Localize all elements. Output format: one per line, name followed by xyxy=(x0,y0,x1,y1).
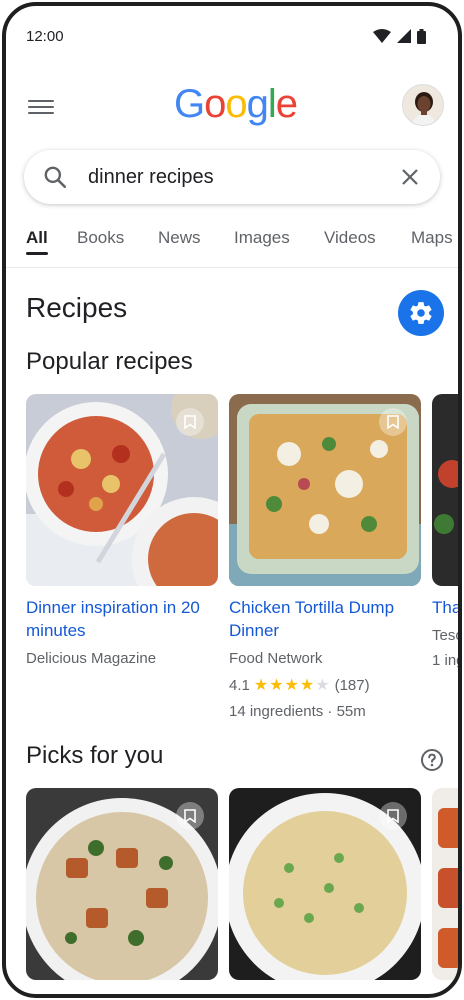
bookmark-icon xyxy=(184,415,196,429)
google-logo: Google xyxy=(174,82,298,127)
recipe-meta: 14 ingredients · 55m xyxy=(229,703,366,720)
recipe-source: Food Network xyxy=(229,650,323,667)
search-tabs: All Books News Images Videos Maps xyxy=(6,216,458,268)
tab-maps[interactable]: Maps xyxy=(411,228,453,248)
wifi-icon xyxy=(373,29,391,43)
bookmark-button[interactable] xyxy=(379,802,407,830)
status-icons xyxy=(373,28,426,44)
status-bar: 12:00 xyxy=(6,6,458,66)
review-count: (187) xyxy=(334,676,370,694)
logo-letter: g xyxy=(246,82,269,126)
bookmark-button[interactable] xyxy=(176,408,204,436)
logo-letter: o xyxy=(204,82,226,126)
help-icon[interactable] xyxy=(420,748,444,772)
pick-image xyxy=(229,788,421,980)
recipe-title[interactable]: Tha xyxy=(432,596,458,619)
recipe-meta: 1 ing xyxy=(432,652,462,669)
tab-all[interactable]: All xyxy=(26,228,48,248)
logo-letter: o xyxy=(225,82,247,126)
battery-icon xyxy=(417,28,426,44)
search-icon xyxy=(44,166,67,189)
recipe-card[interactable]: Tha Tesc 1 ing xyxy=(432,394,462,669)
recipes-heading: Recipes xyxy=(26,292,128,323)
phone-frame: 12:00 Google dinner recipes All Books Ne… xyxy=(2,2,462,998)
settings-button[interactable] xyxy=(398,290,444,336)
star-rating-icon: ★★★★★ xyxy=(253,677,331,694)
tab-news[interactable]: News xyxy=(158,228,201,248)
tab-images[interactable]: Images xyxy=(234,228,290,248)
recipe-image xyxy=(26,394,218,586)
avatar[interactable] xyxy=(402,84,444,126)
search-input[interactable] xyxy=(88,165,368,189)
recipe-image xyxy=(432,394,458,586)
bookmark-icon xyxy=(184,809,196,823)
recipe-card[interactable]: Chicken Tortilla Dump Dinner Food Networ… xyxy=(229,394,421,720)
bookmark-icon xyxy=(387,809,399,823)
recipe-source: Tesc xyxy=(432,627,462,644)
close-icon[interactable] xyxy=(398,165,422,189)
bookmark-button[interactable] xyxy=(379,408,407,436)
gear-icon xyxy=(410,302,432,324)
logo-letter: G xyxy=(174,82,205,126)
recipe-title[interactable]: Dinner inspiration in 20 minutes xyxy=(26,596,218,642)
pick-image xyxy=(432,788,458,980)
app-bar: Google xyxy=(6,78,458,138)
active-tab-indicator xyxy=(26,252,48,255)
bookmark-icon xyxy=(387,415,399,429)
logo-letter: l xyxy=(267,82,277,126)
cellular-icon xyxy=(397,29,411,43)
search-box[interactable] xyxy=(24,150,440,204)
popular-recipes-heading: Popular recipes xyxy=(26,348,193,375)
bookmark-button[interactable] xyxy=(176,802,204,830)
pick-card[interactable] xyxy=(432,788,458,980)
tab-videos[interactable]: Videos xyxy=(324,228,376,248)
recipe-card[interactable]: Dinner inspiration in 20 minutes Delicio… xyxy=(26,394,218,667)
picks-heading: Picks for you xyxy=(26,742,164,769)
recipe-title[interactable]: Chicken Tortilla Dump Dinner xyxy=(229,596,421,642)
pick-card[interactable] xyxy=(26,788,218,980)
status-time: 12:00 xyxy=(26,27,64,45)
logo-letter: e xyxy=(275,82,298,126)
recipe-source: Delicious Magazine xyxy=(26,650,157,667)
profile-photo xyxy=(403,85,443,125)
rating-value: 4.1 xyxy=(229,676,250,694)
pick-card[interactable] xyxy=(229,788,421,980)
recipe-image xyxy=(229,394,421,586)
recipe-rating: 4.1 ★★★★★ (187) xyxy=(229,675,421,695)
menu-button[interactable] xyxy=(26,96,56,120)
pick-image xyxy=(26,788,218,980)
tab-books[interactable]: Books xyxy=(77,228,124,248)
